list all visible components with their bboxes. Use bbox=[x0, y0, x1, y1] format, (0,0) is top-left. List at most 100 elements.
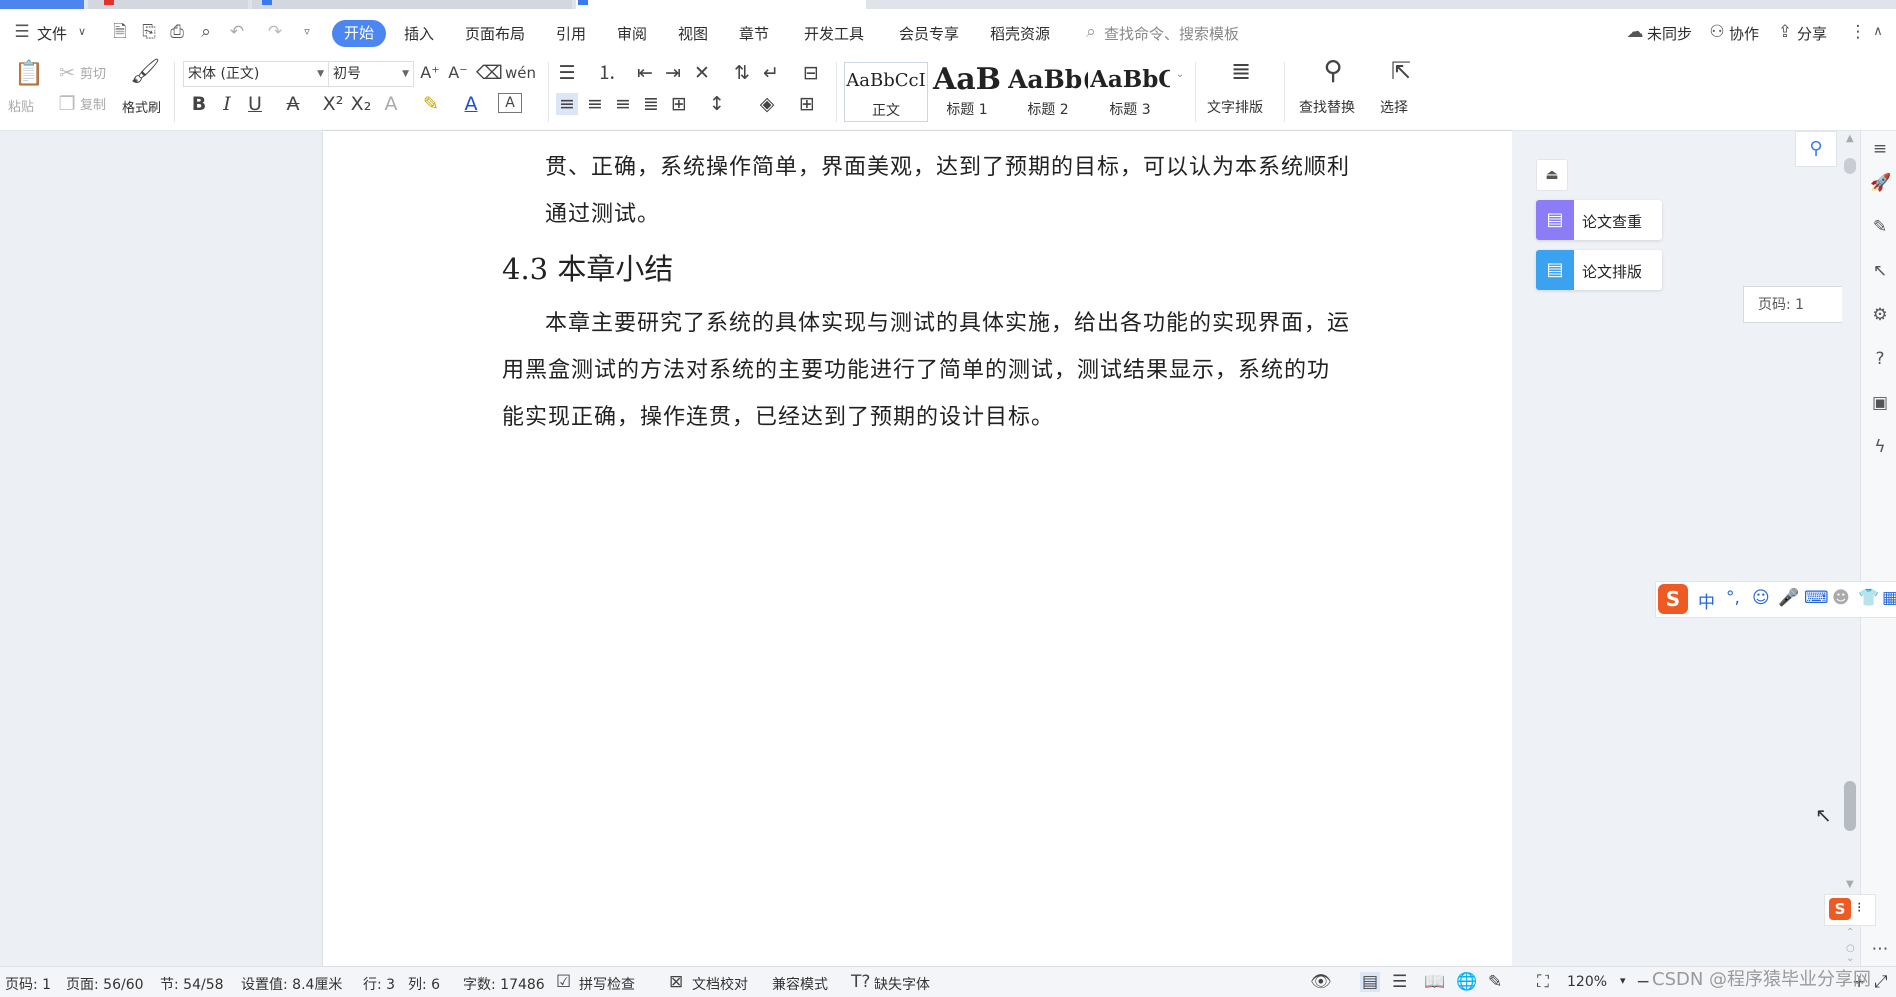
ime-toolbar[interactable]: S 中 °, ☺ 🎤 ⌨ ☻ 👕 ▦ bbox=[1655, 581, 1896, 618]
line-spacing-icon[interactable]: ↕ bbox=[706, 93, 728, 115]
file-menu[interactable]: 文件 bbox=[37, 23, 67, 44]
clear-format-icon[interactable]: ⌫ bbox=[476, 62, 503, 84]
rocket-icon[interactable]: 🚀 bbox=[1870, 173, 1891, 193]
paste-button[interactable]: 粘贴 bbox=[8, 96, 34, 115]
chevron-down-icon[interactable]: ∨ bbox=[72, 22, 92, 42]
ime-chinese-mode[interactable]: 中 bbox=[1698, 588, 1715, 613]
tab-member[interactable]: 会员专享 bbox=[899, 23, 959, 44]
page-view-icon[interactable]: ▤ bbox=[1360, 972, 1381, 992]
tab-developer[interactable]: 开发工具 bbox=[804, 23, 864, 44]
reading-view-icon[interactable]: 📖 bbox=[1424, 972, 1445, 992]
strikethrough-icon[interactable]: A bbox=[282, 93, 304, 115]
thesis-check-button[interactable]: ▤ 论文查重 bbox=[1536, 200, 1662, 240]
collapse-ribbon-icon[interactable]: ∧ bbox=[1868, 22, 1888, 42]
zoom-out-icon[interactable]: − bbox=[1636, 972, 1650, 992]
pdf-doc-tab[interactable] bbox=[88, 0, 248, 9]
status-page[interactable]: 页面: 56/60 bbox=[66, 974, 144, 994]
highlight-icon[interactable]: ✎ bbox=[420, 93, 442, 115]
underline-icon[interactable]: U bbox=[244, 93, 266, 115]
save-icon[interactable]: 🗎 bbox=[110, 22, 130, 42]
spell-check-button[interactable]: 拼写检查 bbox=[579, 974, 635, 994]
scroll-up-icon[interactable]: ▲ bbox=[1846, 133, 1854, 144]
missing-font-button[interactable]: 缺失字体 bbox=[874, 974, 930, 994]
collapse-panel-button[interactable]: ⏏ bbox=[1536, 159, 1568, 191]
location-pin-icon[interactable]: ⚲ bbox=[1795, 131, 1837, 167]
subscript-icon[interactable]: X₂ bbox=[350, 93, 372, 115]
tab-view[interactable]: 视图 bbox=[678, 23, 708, 44]
italic-icon[interactable]: I bbox=[216, 93, 238, 115]
ime-options-icon[interactable]: ⁝ bbox=[1857, 900, 1861, 916]
active-doc-tab[interactable] bbox=[576, 0, 866, 9]
share-button[interactable]: 分享 bbox=[1797, 23, 1827, 44]
word-doc-tab[interactable] bbox=[252, 0, 572, 9]
phonetic-guide-icon[interactable]: wén bbox=[505, 62, 536, 84]
text-layout-icon[interactable]: ≣ bbox=[1226, 59, 1256, 83]
format-painter-button[interactable]: 格式刷 bbox=[122, 97, 161, 116]
punctuation-icon[interactable]: °, bbox=[1726, 588, 1740, 608]
style-heading-2[interactable]: AaBb( 标题 2 bbox=[1008, 62, 1088, 120]
distributed-align-icon[interactable]: ⊞ bbox=[668, 93, 690, 115]
previous-page-icon[interactable]: ⌃ bbox=[1846, 927, 1854, 938]
font-size-select[interactable]: 初号 ▼ bbox=[328, 61, 414, 87]
bold-icon[interactable]: B bbox=[188, 93, 210, 115]
paragraph-line[interactable]: 用黑盒测试的方法对系统的主要功能进行了简单的测试，测试结果显示，系统的功 bbox=[502, 352, 1330, 384]
format-painter-icon[interactable]: 🖌 bbox=[130, 59, 160, 83]
vertical-scrollbar[interactable]: ▲ ▼ ⌃ ○ ⌄ bbox=[1842, 131, 1860, 966]
chinese-layout-icon[interactable]: ✕ bbox=[691, 62, 713, 84]
tab-chapter[interactable]: 章节 bbox=[739, 23, 769, 44]
paragraph-line[interactable]: 贯、正确，系统操作简单，界面美观，达到了预期的目标，可以认为本系统顺利 bbox=[545, 149, 1350, 181]
decrease-font-icon[interactable]: A⁻ bbox=[447, 62, 469, 84]
status-section[interactable]: 节: 54/58 bbox=[160, 974, 224, 994]
redo-icon[interactable]: ↷ bbox=[265, 22, 285, 42]
char-border-icon[interactable]: A bbox=[498, 93, 522, 113]
increase-indent-icon[interactable]: ⇥ bbox=[662, 62, 684, 84]
grid-icon[interactable]: ▦ bbox=[1882, 588, 1896, 608]
style-heading-3[interactable]: AaBbC 标题 3 bbox=[1090, 62, 1170, 120]
web-view-icon[interactable]: 🌐 bbox=[1456, 972, 1477, 992]
command-search-input[interactable]: 查找命令、搜索模板 bbox=[1104, 23, 1239, 44]
chevron-down-icon[interactable]: ▾ bbox=[1620, 974, 1626, 987]
numbered-list-icon[interactable]: ⒈ bbox=[596, 62, 618, 84]
microphone-icon[interactable]: 🎤 bbox=[1778, 588, 1799, 608]
tab-references[interactable]: 引用 bbox=[556, 23, 586, 44]
tab-docer-resources[interactable]: 稻壳资源 bbox=[990, 23, 1050, 44]
paragraph-line[interactable]: 能实现正确，操作连贯，已经达到了预期的设计目标。 bbox=[502, 399, 1054, 431]
show-marks-icon[interactable]: ↵ bbox=[760, 62, 782, 84]
skin-icon[interactable]: 👕 bbox=[1858, 588, 1879, 608]
tab-page-layout[interactable]: 页面布局 bbox=[465, 23, 525, 44]
bullet-list-icon[interactable]: ☰ bbox=[556, 62, 578, 84]
customize-quick-access-icon[interactable]: ▿ bbox=[297, 22, 317, 42]
sliders-icon[interactable]: ⚙ bbox=[1870, 305, 1890, 325]
text-effect-icon[interactable]: A bbox=[380, 93, 402, 115]
pen-icon[interactable]: ✎ bbox=[1870, 217, 1890, 237]
font-name-select[interactable]: 宋体 (正文) ▼ bbox=[183, 61, 329, 87]
scrollbar-thumb[interactable] bbox=[1844, 781, 1856, 831]
print-preview-icon[interactable]: ⌕ bbox=[196, 22, 216, 42]
sync-status[interactable]: 未同步 bbox=[1647, 23, 1692, 44]
select-cursor-icon[interactable]: ⇱ bbox=[1388, 59, 1414, 83]
thesis-format-button[interactable]: ▤ 论文排版 bbox=[1536, 250, 1662, 290]
fullscreen-icon[interactable]: ⤢ bbox=[1874, 972, 1888, 992]
paragraph-line[interactable]: 通过测试。 bbox=[545, 196, 660, 228]
user-icon[interactable]: ☻ bbox=[1832, 588, 1850, 608]
emoji-icon[interactable]: ☺ bbox=[1752, 588, 1770, 608]
increase-font-icon[interactable]: A⁺ bbox=[419, 62, 441, 84]
tab-review[interactable]: 审阅 bbox=[617, 23, 647, 44]
keyboard-icon[interactable]: ⌨ bbox=[1804, 588, 1829, 608]
tab-stops-icon[interactable]: ⊟ bbox=[800, 62, 822, 84]
fit-page-icon[interactable]: ⛶ bbox=[1537, 972, 1549, 992]
status-position[interactable]: 设置值: 8.4厘米 bbox=[241, 974, 342, 994]
cut-button[interactable]: 剪切 bbox=[80, 63, 106, 82]
help-icon[interactable]: ? bbox=[1870, 349, 1890, 369]
home-tab[interactable] bbox=[0, 0, 84, 9]
font-color-icon[interactable]: A bbox=[460, 93, 482, 115]
align-center-icon[interactable]: ≡ bbox=[584, 93, 606, 115]
copy-button[interactable]: 复制 bbox=[80, 94, 106, 113]
align-left-icon[interactable]: ≡ bbox=[556, 93, 578, 115]
export-pdf-icon[interactable]: ⎘ bbox=[139, 22, 159, 42]
image-icon[interactable]: ▣ bbox=[1870, 393, 1890, 413]
zoom-level[interactable]: 120% bbox=[1567, 974, 1607, 990]
borders-icon[interactable]: ⊞ bbox=[796, 93, 818, 115]
tab-start[interactable]: 开始 bbox=[332, 20, 386, 47]
status-page-number[interactable]: 页码: 1 bbox=[5, 974, 51, 994]
